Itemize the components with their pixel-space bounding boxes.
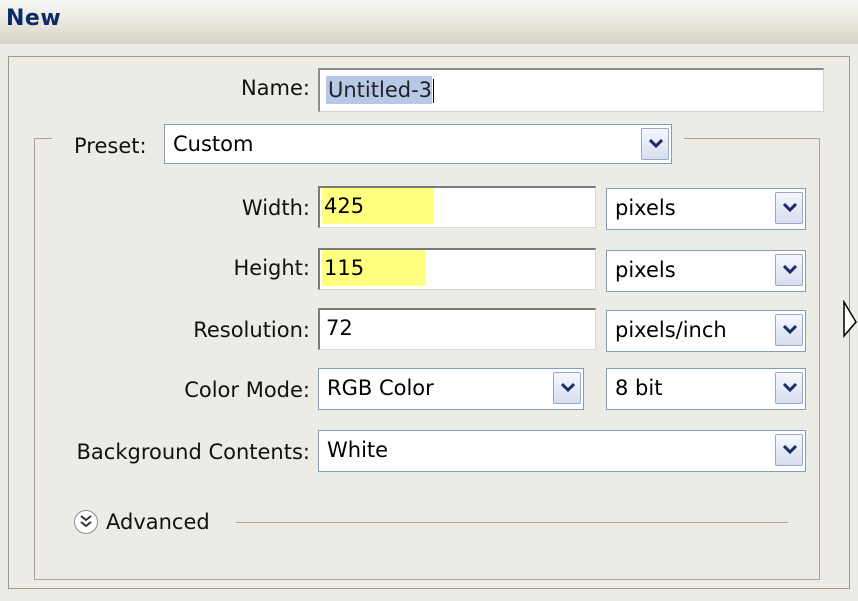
advanced-toggle-button[interactable] bbox=[74, 510, 98, 534]
preset-dropdown-button[interactable] bbox=[641, 128, 669, 160]
background-contents-dropdown-button[interactable] bbox=[775, 434, 803, 466]
preset-select[interactable]: Custom bbox=[164, 124, 672, 164]
width-input[interactable]: 425 bbox=[318, 186, 596, 228]
background-contents-select[interactable]: White bbox=[318, 430, 806, 472]
width-label: Width: bbox=[241, 196, 310, 220]
color-mode-select[interactable]: RGB Color bbox=[318, 368, 584, 410]
preset-value: Custom bbox=[173, 132, 254, 156]
height-unit-select[interactable]: pixels bbox=[606, 250, 806, 292]
height-unit-value: pixels bbox=[615, 258, 676, 282]
mouse-cursor-icon bbox=[843, 300, 857, 339]
width-unit-dropdown-button[interactable] bbox=[775, 192, 803, 224]
width-unit-value: pixels bbox=[615, 196, 676, 220]
bit-depth-value: 8 bit bbox=[615, 376, 663, 400]
advanced-label[interactable]: Advanced bbox=[106, 510, 210, 534]
chevron-down-icon bbox=[783, 445, 797, 455]
chevron-down-icon bbox=[783, 203, 797, 213]
text-caret bbox=[433, 79, 435, 103]
color-mode-value: RGB Color bbox=[327, 376, 434, 400]
height-label: Height: bbox=[233, 256, 311, 280]
name-input[interactable]: Untitled-3 bbox=[318, 68, 824, 112]
height-value: 115 bbox=[322, 250, 426, 286]
background-contents-label: Background Contents: bbox=[76, 440, 311, 464]
resolution-unit-select[interactable]: pixels/inch bbox=[606, 310, 806, 352]
width-unit-select[interactable]: pixels bbox=[606, 188, 806, 230]
resolution-unit-value: pixels/inch bbox=[615, 318, 727, 342]
color-mode-label: Color Mode: bbox=[184, 378, 310, 402]
chevron-down-icon bbox=[783, 325, 797, 335]
name-value: Untitled-3 bbox=[326, 76, 433, 104]
chevron-down-icon bbox=[561, 383, 575, 393]
resolution-input[interactable]: 72 bbox=[318, 308, 596, 350]
dialog-titlebar[interactable]: New bbox=[0, 0, 858, 45]
height-unit-dropdown-button[interactable] bbox=[775, 254, 803, 286]
bit-depth-dropdown-button[interactable] bbox=[775, 372, 803, 404]
width-value: 425 bbox=[322, 188, 434, 224]
chevron-down-icon bbox=[783, 383, 797, 393]
chevron-down-icon bbox=[649, 139, 663, 149]
chevron-down-icon bbox=[783, 265, 797, 275]
preset-label: Preset: bbox=[74, 134, 147, 158]
resolution-label: Resolution: bbox=[193, 318, 310, 342]
resolution-value: 72 bbox=[326, 316, 353, 340]
name-label: Name: bbox=[240, 76, 310, 100]
chevron-double-down-icon bbox=[80, 515, 92, 528]
dialog-title: New bbox=[6, 6, 62, 31]
resolution-unit-dropdown-button[interactable] bbox=[775, 314, 803, 346]
height-input[interactable]: 115 bbox=[318, 248, 596, 290]
color-mode-dropdown-button[interactable] bbox=[553, 372, 581, 404]
bit-depth-select[interactable]: 8 bit bbox=[606, 368, 806, 410]
background-contents-value: White bbox=[327, 438, 389, 462]
advanced-divider bbox=[236, 522, 788, 523]
